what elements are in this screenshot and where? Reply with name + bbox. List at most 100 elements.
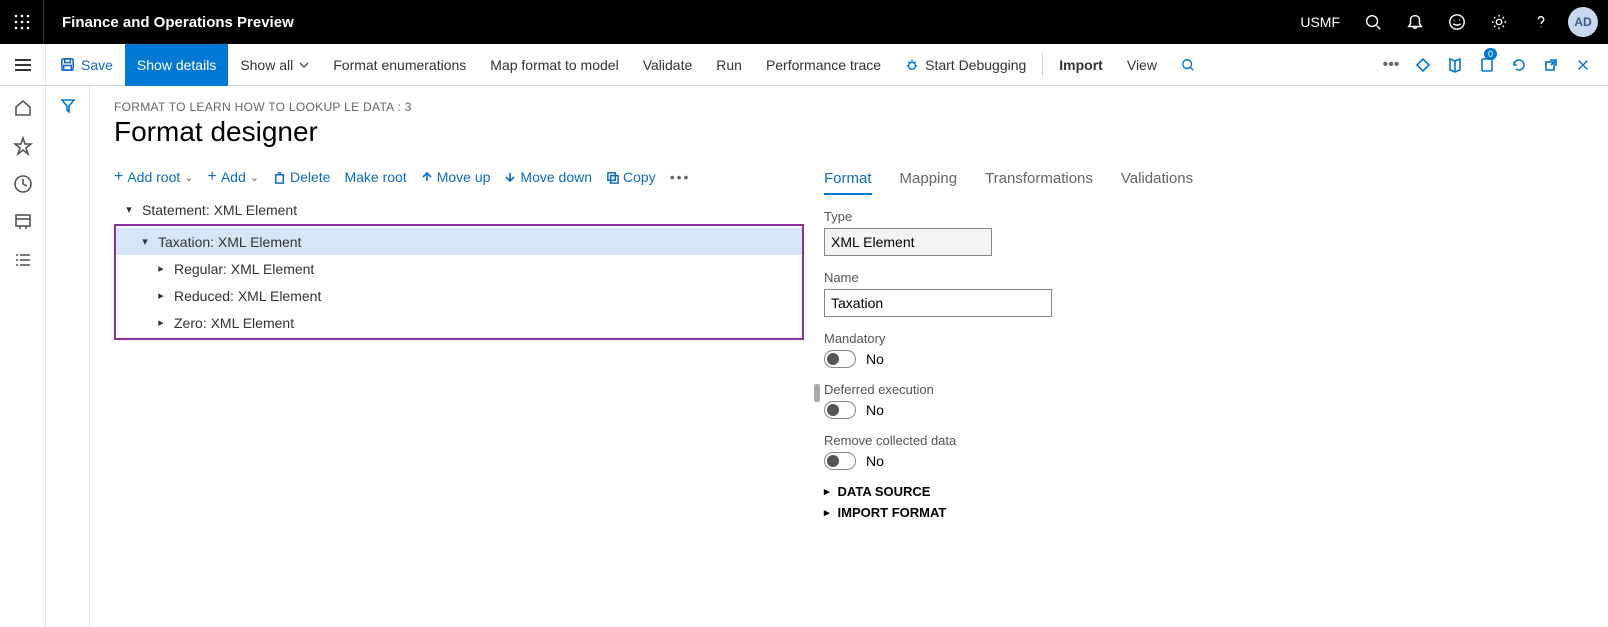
tab-transformations[interactable]: Transformations xyxy=(985,170,1093,195)
section-data-source[interactable]: ▸DATA SOURCE xyxy=(824,484,1584,499)
add-root-button[interactable]: +Add root⌄ xyxy=(114,168,194,186)
section-import-format[interactable]: ▸ IMPORT FORMAT xyxy=(824,505,1584,520)
map-format-button[interactable]: Map format to model xyxy=(478,44,630,86)
refresh-button[interactable] xyxy=(1508,54,1530,76)
messages-badge: 0 xyxy=(1484,48,1497,60)
tree-node-regular[interactable]: Regular: XML Element xyxy=(116,255,802,282)
search-button[interactable] xyxy=(1352,0,1394,44)
notifications-button[interactable] xyxy=(1394,0,1436,44)
deferred-toggle[interactable] xyxy=(824,401,856,419)
copy-button[interactable]: Copy xyxy=(606,169,656,185)
caret-right-icon[interactable] xyxy=(154,316,168,329)
tree-node-label: Taxation: XML Element xyxy=(158,234,301,250)
tree-root[interactable]: Statement: XML Element xyxy=(114,196,804,223)
tab-validations[interactable]: Validations xyxy=(1121,170,1193,195)
save-label: Save xyxy=(81,57,113,73)
import-label: Import xyxy=(1059,57,1103,73)
show-all-label: Show all xyxy=(240,57,293,73)
format-enum-label: Format enumerations xyxy=(333,57,466,73)
tree-node-zero[interactable]: Zero: XML Element xyxy=(116,309,802,336)
panels: +Add root⌄ +Add⌄ Delete Make root Move u… xyxy=(114,164,1584,627)
search-cmd-button[interactable] xyxy=(1169,44,1207,86)
tree-root-label: Statement: XML Element xyxy=(142,202,297,218)
view-button[interactable]: View xyxy=(1115,44,1169,86)
field-type: Type xyxy=(824,209,1584,256)
close-icon xyxy=(1576,58,1590,72)
help-button[interactable] xyxy=(1520,0,1562,44)
tree-node-reduced[interactable]: Reduced: XML Element xyxy=(116,282,802,309)
diamond-icon xyxy=(1415,57,1431,73)
left-rail xyxy=(0,86,46,627)
tabs: Format Mapping Transformations Validatio… xyxy=(824,170,1584,195)
splitter-handle[interactable] xyxy=(814,384,820,402)
import-format-label: IMPORT FORMAT xyxy=(838,505,947,520)
show-details-button[interactable]: Show details xyxy=(125,44,228,86)
run-button[interactable]: Run xyxy=(704,44,754,86)
remove-toggle[interactable] xyxy=(824,452,856,470)
save-button[interactable]: Save xyxy=(46,44,125,86)
funnel-icon[interactable] xyxy=(60,98,76,114)
caret-right-icon: ▸ xyxy=(824,506,830,519)
start-debugging-button[interactable]: Start Debugging xyxy=(893,44,1038,86)
view-label: View xyxy=(1127,57,1157,73)
tree-node-label: Regular: XML Element xyxy=(174,261,314,277)
caret-down-icon[interactable] xyxy=(122,203,136,216)
star-icon[interactable] xyxy=(13,136,33,156)
import-button[interactable]: Import xyxy=(1047,44,1115,86)
tab-format[interactable]: Format xyxy=(824,170,872,195)
tree-node-taxation[interactable]: Taxation: XML Element xyxy=(116,228,802,255)
popout-icon xyxy=(1543,57,1559,73)
settings-button[interactable] xyxy=(1478,0,1520,44)
search-icon xyxy=(1181,58,1195,72)
book-icon xyxy=(1447,57,1463,73)
type-input[interactable] xyxy=(824,228,992,256)
hamburger-icon xyxy=(14,58,32,72)
search-icon xyxy=(1364,13,1382,31)
messages-button[interactable]: 0 xyxy=(1476,54,1498,76)
close-button[interactable] xyxy=(1572,54,1594,76)
copy-label: Copy xyxy=(623,169,656,185)
field-mandatory: Mandatory No xyxy=(824,331,1584,368)
avatar[interactable]: AD xyxy=(1568,7,1598,37)
caret-right-icon[interactable] xyxy=(154,262,168,275)
field-name: Name xyxy=(824,270,1584,317)
attach-button[interactable] xyxy=(1444,54,1466,76)
topbar-left: Finance and Operations Preview xyxy=(0,0,312,44)
home-icon[interactable] xyxy=(13,98,33,118)
make-root-button[interactable]: Make root xyxy=(344,169,406,185)
delete-button[interactable]: Delete xyxy=(273,169,330,185)
command-bar: Save Show details Show all Format enumer… xyxy=(0,44,1608,86)
chevron-down-icon xyxy=(299,62,309,68)
move-down-button[interactable]: Move down xyxy=(504,169,592,185)
map-label: Map format to model xyxy=(490,57,618,73)
mandatory-toggle[interactable] xyxy=(824,350,856,368)
modules-icon[interactable] xyxy=(13,250,33,270)
feedback-button[interactable] xyxy=(1436,0,1478,44)
caret-down-icon[interactable] xyxy=(138,235,152,248)
add-button[interactable]: +Add⌄ xyxy=(208,168,259,186)
panel-left: +Add root⌄ +Add⌄ Delete Make root Move u… xyxy=(114,164,804,627)
make-root-label: Make root xyxy=(344,169,406,185)
related-info-button[interactable] xyxy=(1412,54,1434,76)
nav-toggle-button[interactable] xyxy=(0,44,46,85)
validate-button[interactable]: Validate xyxy=(631,44,705,86)
bell-icon xyxy=(1406,13,1424,31)
refresh-icon xyxy=(1511,57,1527,73)
name-label: Name xyxy=(824,270,1584,285)
move-up-button[interactable]: Move up xyxy=(421,169,491,185)
overflow-button[interactable]: ••• xyxy=(1380,54,1402,76)
toggle-knob xyxy=(827,455,839,467)
app-launcher-button[interactable] xyxy=(0,0,44,44)
company-label[interactable]: USMF xyxy=(1288,14,1352,30)
caret-right-icon[interactable] xyxy=(154,289,168,302)
popout-button[interactable] xyxy=(1540,54,1562,76)
format-enumerations-button[interactable]: Format enumerations xyxy=(321,44,478,86)
toolbar-overflow-button[interactable]: ••• xyxy=(670,169,691,185)
tab-mapping[interactable]: Mapping xyxy=(900,170,958,195)
mandatory-value: No xyxy=(866,351,884,367)
name-input[interactable] xyxy=(824,289,1052,317)
performance-trace-button[interactable]: Performance trace xyxy=(754,44,893,86)
clock-icon[interactable] xyxy=(13,174,33,194)
show-all-button[interactable]: Show all xyxy=(228,44,321,86)
workspace-icon[interactable] xyxy=(13,212,33,232)
